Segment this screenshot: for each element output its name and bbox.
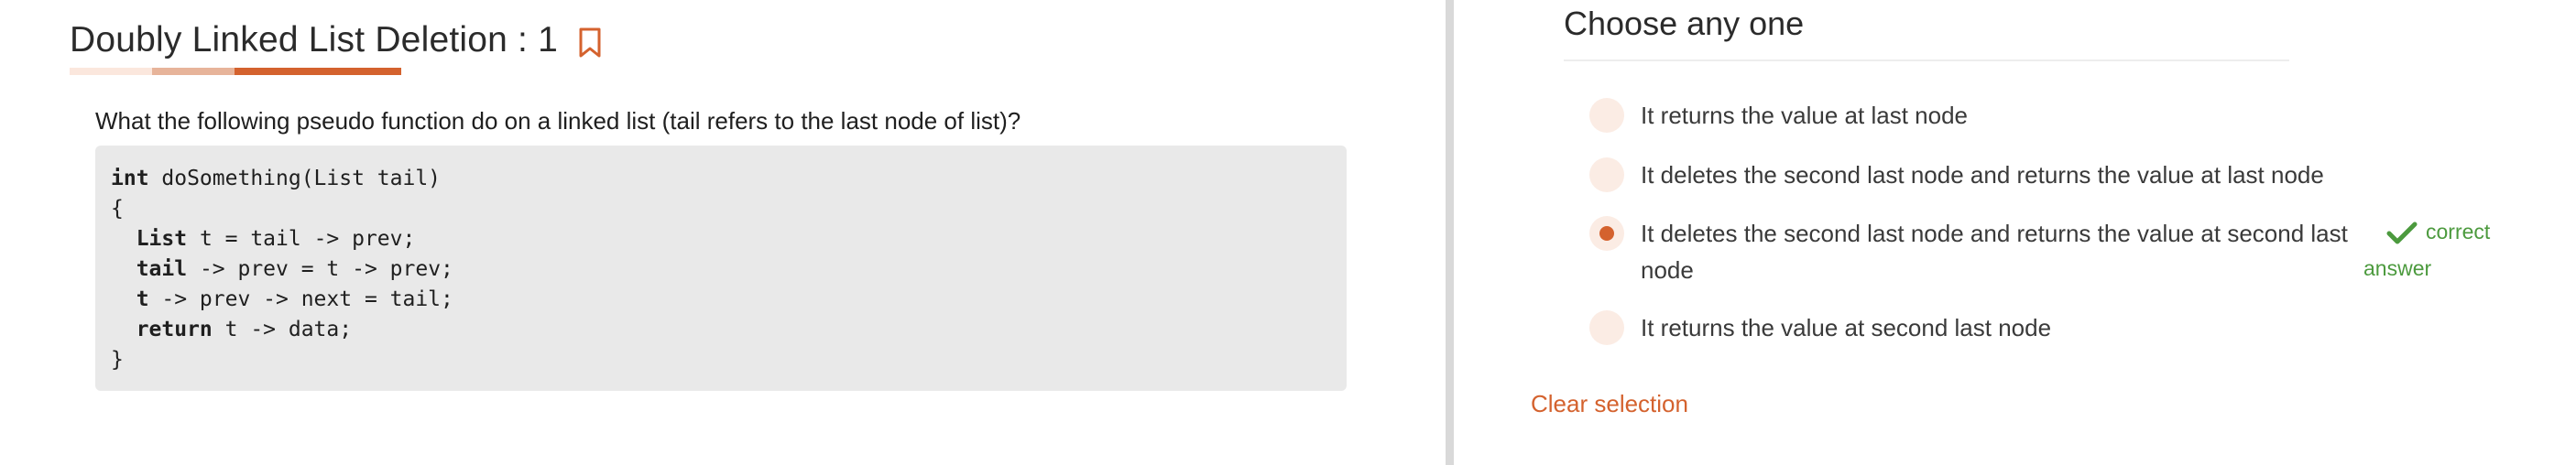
underline-segment (70, 68, 152, 75)
radio-dot (1599, 226, 1614, 241)
code-line: int doSomething(List tail) (111, 167, 442, 190)
option-label: It deletes the second last node and retu… (1641, 220, 2348, 284)
underline-segment (152, 68, 235, 75)
correct-label: answer (2363, 256, 2432, 280)
radio-button-selected[interactable] (1589, 216, 1624, 251)
radio-button[interactable] (1589, 310, 1624, 345)
code-line: return t -> data; (111, 318, 353, 341)
answer-option[interactable]: It deletes the second last node and retu… (1589, 157, 2324, 193)
answer-option[interactable]: It returns the value at last node (1589, 98, 1968, 134)
heading-divider (1564, 59, 2289, 61)
code-line: t -> prev -> next = tail; (111, 287, 453, 311)
pane-divider[interactable] (1446, 0, 1454, 465)
underline-segment (235, 68, 401, 75)
title-underline (70, 68, 401, 75)
option-label: It deletes the second last node and retu… (1641, 161, 2324, 189)
radio-button[interactable] (1589, 98, 1624, 133)
code-line: List t = tail -> prev; (111, 227, 416, 251)
option-label: It returns the value at last node (1641, 102, 1968, 129)
question-title-row: Doubly Linked List Deletion : 1 (70, 20, 602, 60)
choose-heading: Choose any one (1564, 5, 1805, 42)
bookmark-icon[interactable] (578, 27, 602, 59)
option-label: It returns the value at second last node (1641, 314, 2052, 341)
code-line: tail -> prev = t -> prev; (111, 257, 453, 281)
answer-pane: Choose any one It returns the value at l… (1454, 0, 2576, 465)
code-line: { (111, 197, 124, 221)
correct-label: correct (2426, 220, 2491, 243)
code-block: int doSomething(List tail) { List t = ta… (95, 146, 1347, 391)
question-text: What the following pseudo function do on… (95, 107, 1021, 135)
radio-button[interactable] (1589, 157, 1624, 192)
question-pane: Doubly Linked List Deletion : 1 What the… (0, 0, 1446, 465)
question-title: Doubly Linked List Deletion : 1 (70, 20, 559, 59)
answer-option-selected[interactable]: It deletes the second last node and retu… (1589, 216, 2374, 288)
clear-selection-link[interactable]: Clear selection (1531, 390, 1688, 418)
checkmark-icon (2386, 222, 2418, 244)
answer-option[interactable]: It returns the value at second last node (1589, 310, 2051, 346)
code-line: } (111, 348, 124, 372)
